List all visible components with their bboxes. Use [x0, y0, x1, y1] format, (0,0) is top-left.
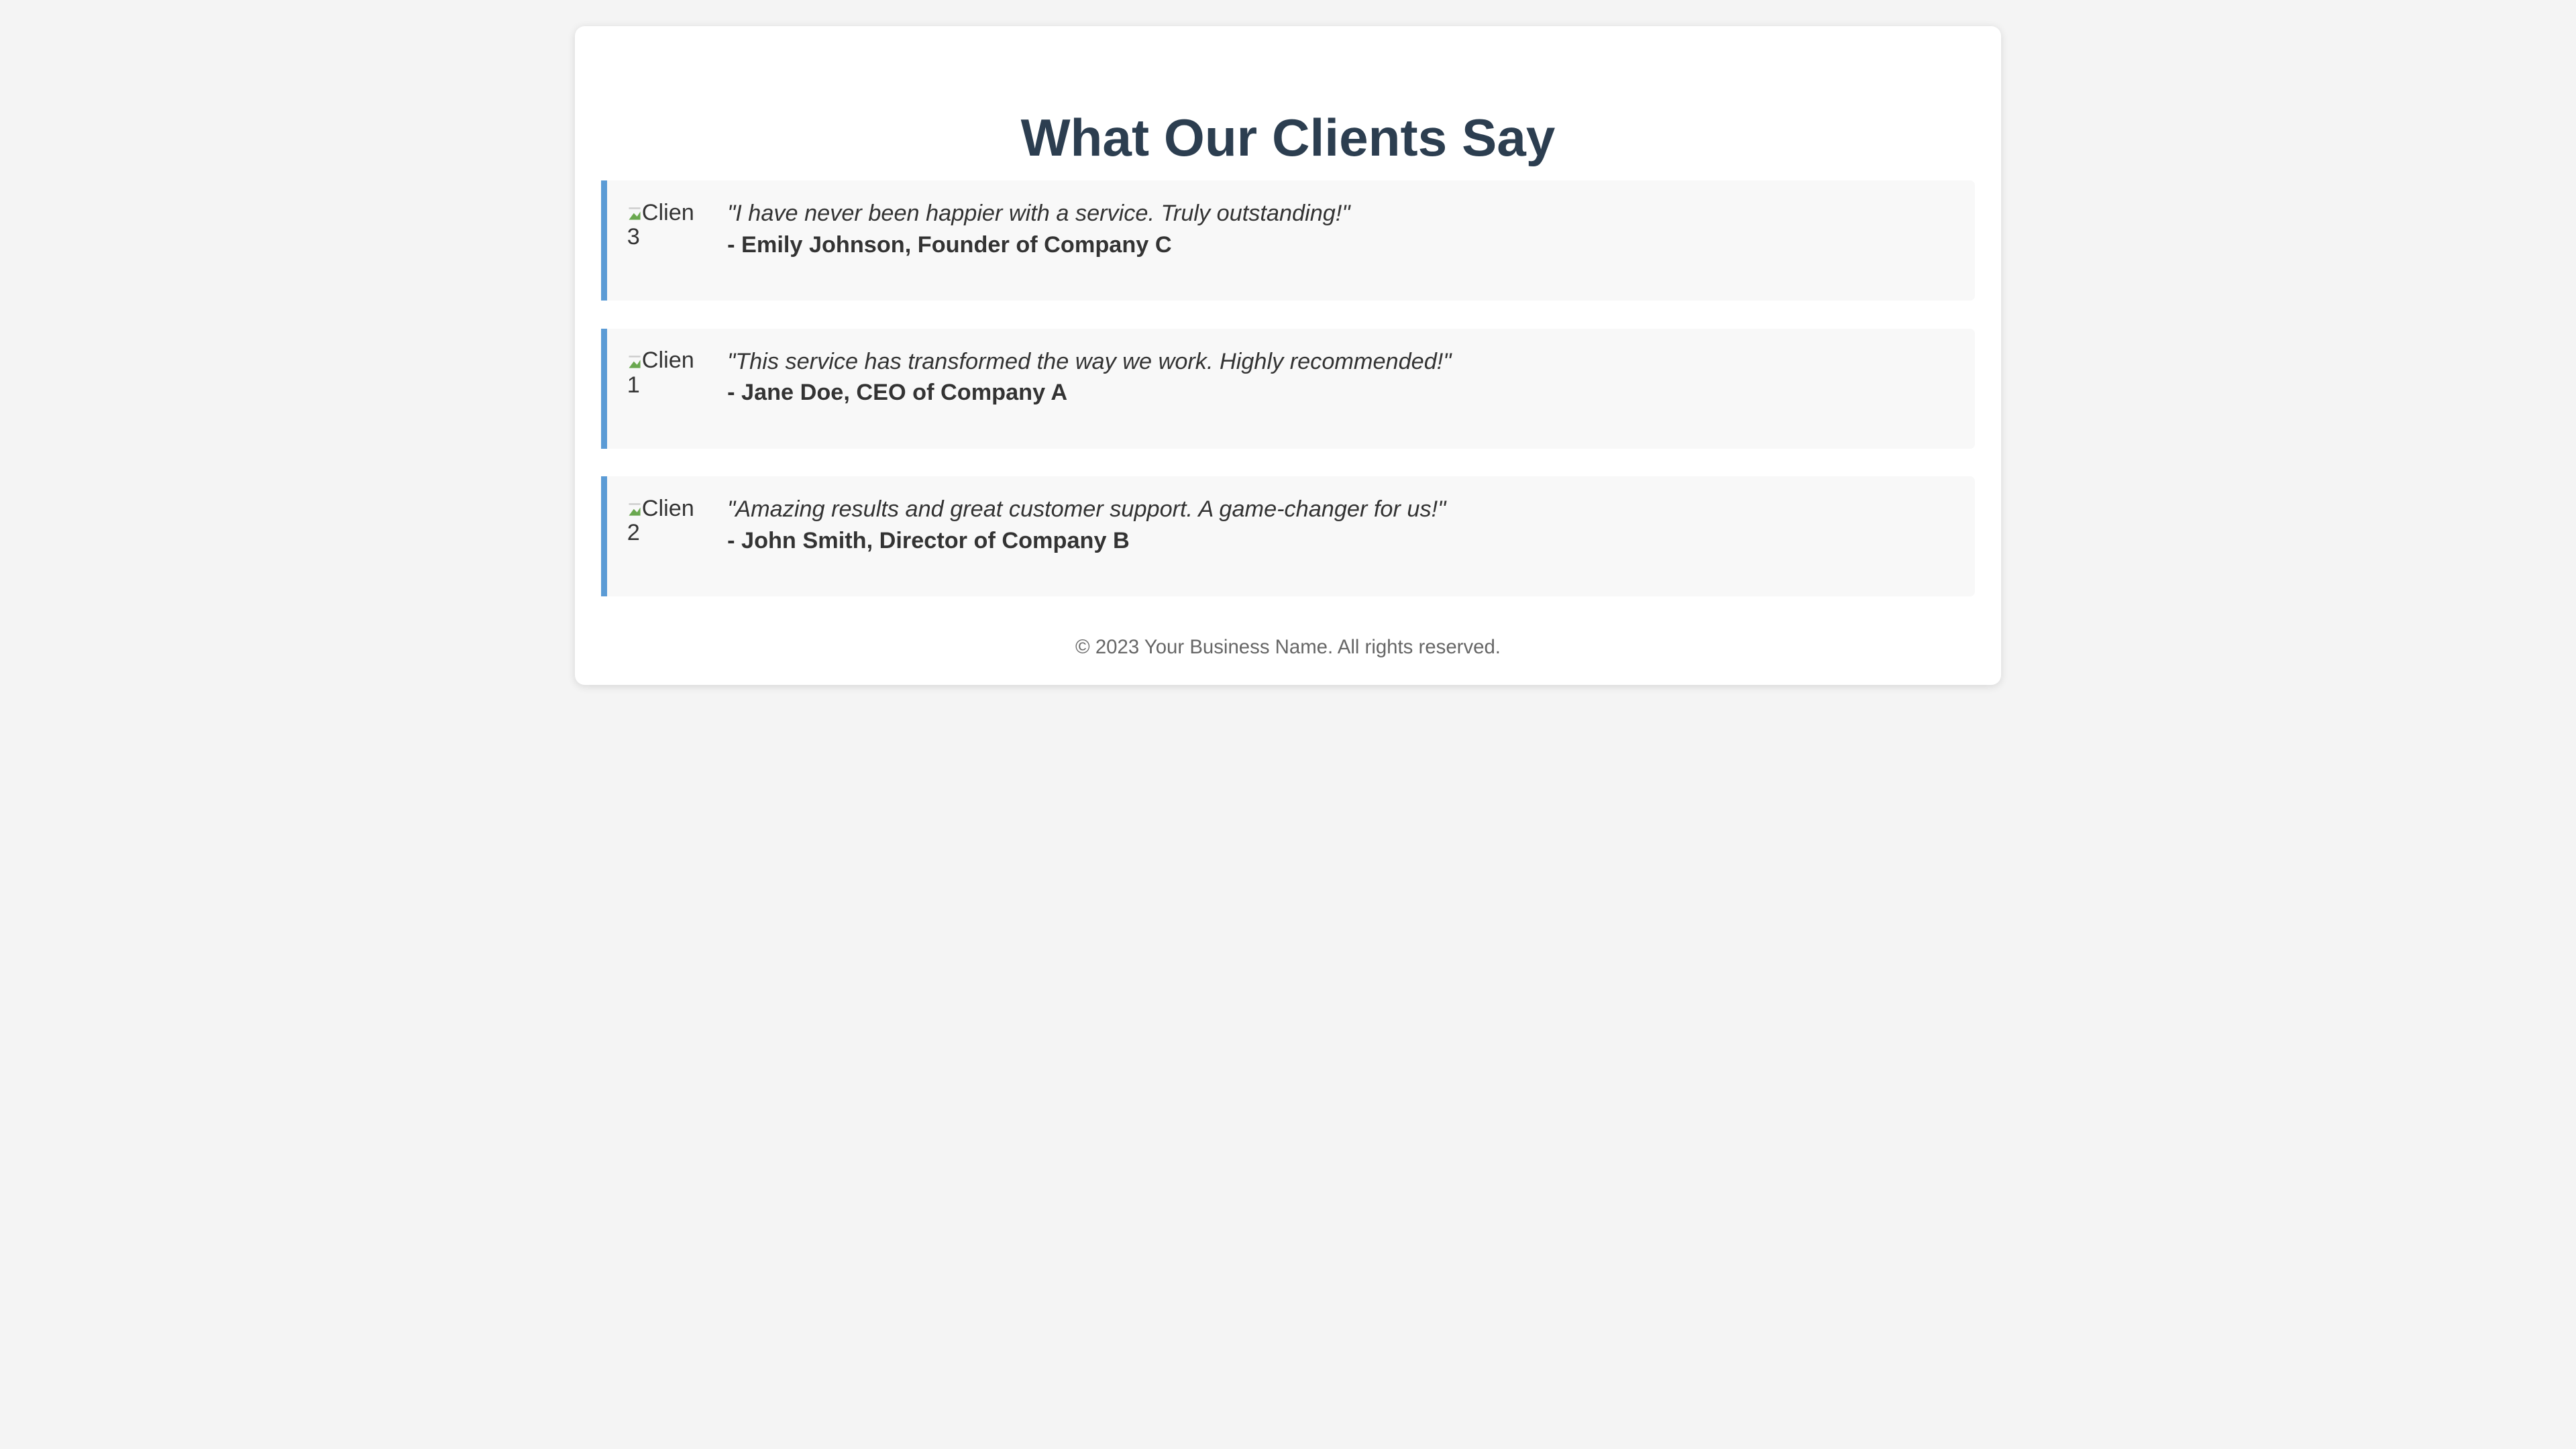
client-avatar: Clien 2	[627, 496, 706, 562]
client-avatar: Clien 3	[627, 201, 706, 266]
footer-copyright: © 2023 Your Business Name. All rights re…	[1075, 636, 1501, 659]
avatar-alt-text: Clien 2	[627, 496, 694, 546]
testimonial-author: - Jane Doe, CEO of Company A	[727, 380, 1068, 406]
broken-image-icon	[627, 350, 642, 368]
client-avatar: Clien 1	[627, 348, 706, 414]
testimonial-quote: "This service has transformed the way we…	[727, 348, 1452, 374]
testimonial-quote: "I have never been happier with a servic…	[727, 201, 1350, 227]
testimonial-card: Clien 2 "Amazing results and great custom…	[601, 476, 1975, 596]
testimonial-author: - Emily Johnson, Founder of Company C	[727, 231, 1172, 258]
page-title: What Our Clients Say	[1020, 107, 1556, 167]
broken-image-icon	[627, 498, 642, 516]
broken-image-icon	[627, 202, 642, 220]
testimonials-container: What Our Clients Say Clien 3 "I have neve…	[575, 26, 2001, 686]
avatar-alt-text: Clien 1	[627, 348, 694, 398]
testimonial-author: - John Smith, Director of Company B	[727, 527, 1130, 553]
testimonial-quote: "Amazing results and great customer supp…	[727, 496, 1446, 523]
testimonial-card: Clien 3 "I have never been happier with a…	[601, 180, 1975, 301]
testimonial-card: Clien 1 "This service has transformed the…	[601, 328, 1975, 449]
avatar-alt-text: Clien 3	[627, 200, 694, 250]
